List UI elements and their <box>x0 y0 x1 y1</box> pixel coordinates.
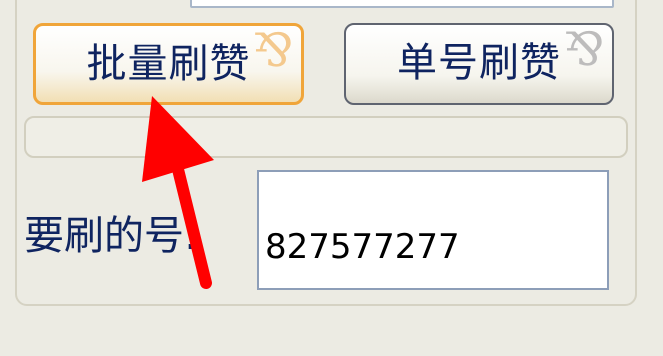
progress-bar <box>24 116 628 158</box>
target-number-input[interactable] <box>257 170 609 290</box>
batch-like-button-label: 批量刷赞 <box>86 41 251 87</box>
target-number-label: 要刷的号: <box>24 213 198 259</box>
decorative-swirl-icon: ⅋ <box>253 23 295 77</box>
single-like-button[interactable]: ⅋ 单号刷赞 <box>344 23 614 105</box>
batch-like-button[interactable]: ⅋ 批量刷赞 <box>33 23 304 105</box>
decorative-swirl-icon: ⅋ <box>564 23 606 76</box>
single-like-button-label: 单号刷赞 <box>397 40 561 86</box>
